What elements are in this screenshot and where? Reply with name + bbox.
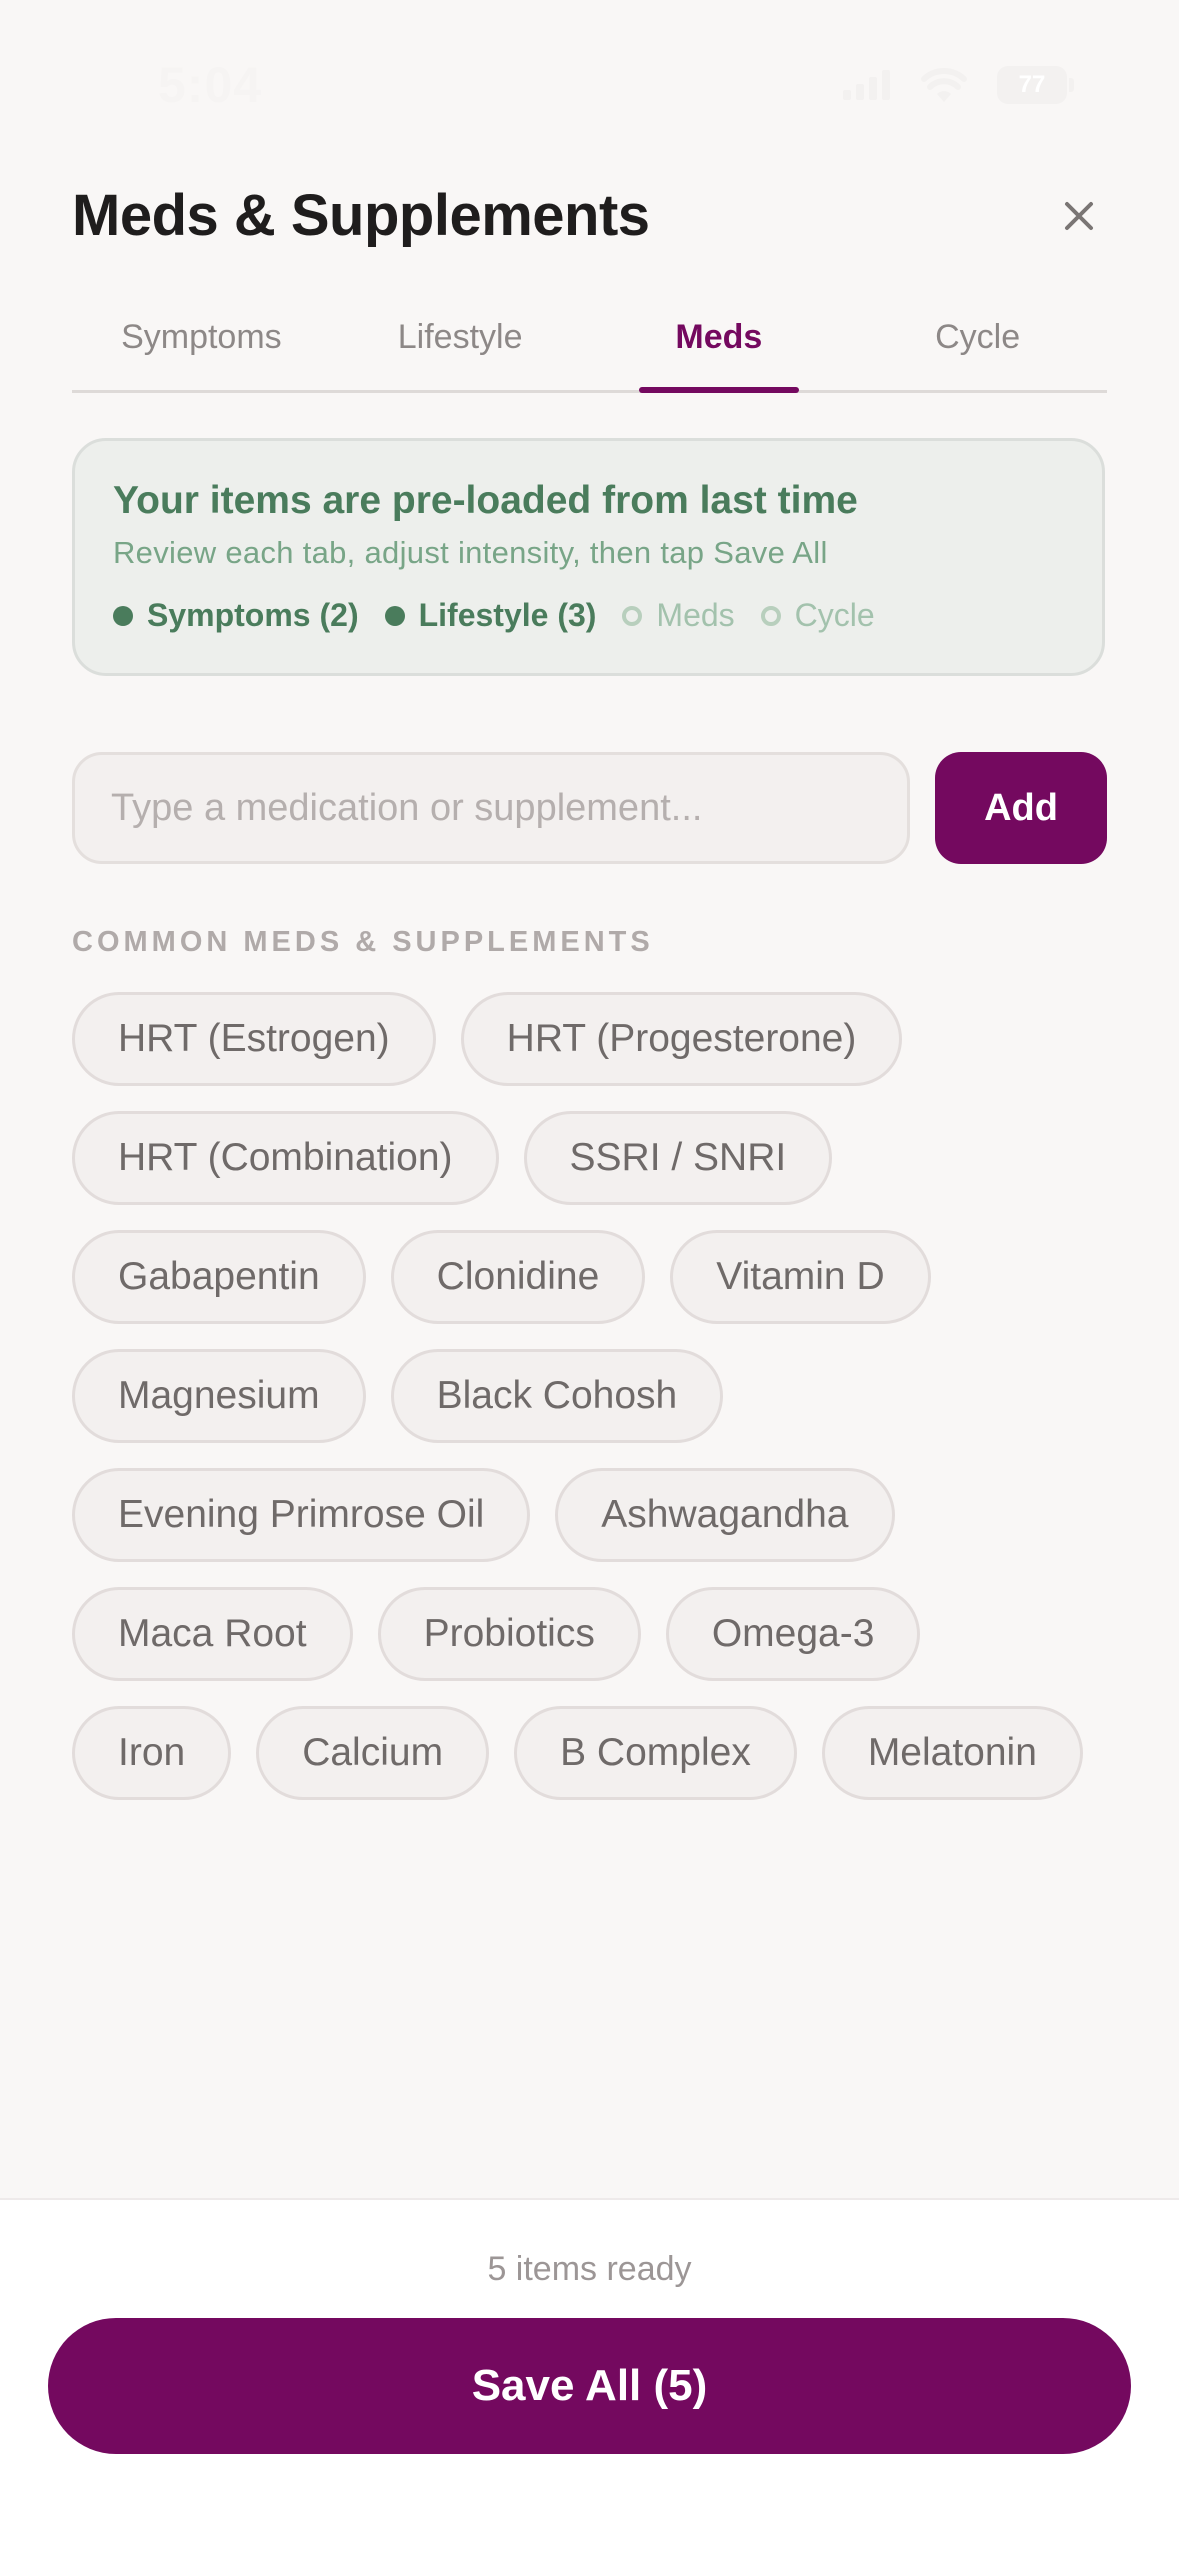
chip-gabapentin[interactable]: Gabapentin (72, 1230, 366, 1324)
chip-ashwagandha[interactable]: Ashwagandha (555, 1468, 895, 1562)
progress-label: Meds (656, 597, 735, 633)
chip-row: Iron Calcium B Complex Melatonin (72, 1706, 1107, 1800)
preloaded-info-card: Your items are pre-loaded from last time… (72, 438, 1105, 676)
common-meds-chips: HRT (Estrogen) HRT (Progesterone) HRT (C… (72, 992, 1107, 1825)
tab-bar: Symptoms Lifestyle Meds Cycle (72, 300, 1107, 393)
tab-symptoms[interactable]: Symptoms (72, 300, 331, 390)
status-ring-icon (622, 605, 643, 626)
tab-progress: Symptoms (2) Lifestyle (3) Meds Cycle (113, 597, 1064, 634)
chip-row: Evening Primrose Oil Ashwagandha (72, 1468, 1107, 1562)
save-all-button[interactable]: Save All (5) (48, 2318, 1131, 2454)
wifi-icon (921, 68, 967, 102)
tab-lifestyle[interactable]: Lifestyle (331, 300, 590, 390)
tab-meds[interactable]: Meds (590, 300, 849, 390)
status-ring-icon (760, 605, 781, 626)
battery-icon: 77 (997, 66, 1075, 104)
chip-black-cohosh[interactable]: Black Cohosh (390, 1349, 724, 1443)
items-ready-count: 5 items ready (487, 2250, 692, 2288)
chip-iron[interactable]: Iron (72, 1706, 232, 1800)
progress-meds: Meds (622, 597, 735, 634)
chip-omega-3[interactable]: Omega-3 (665, 1587, 921, 1681)
chip-row: Magnesium Black Cohosh (72, 1349, 1107, 1443)
chip-magnesium[interactable]: Magnesium (72, 1349, 366, 1443)
tab-cycle[interactable]: Cycle (848, 300, 1107, 390)
chip-ssri-snri[interactable]: SSRI / SNRI (523, 1111, 833, 1205)
progress-label: Lifestyle (3) (418, 597, 597, 633)
chip-row: HRT (Combination) SSRI / SNRI (72, 1111, 1107, 1205)
chip-vitamin-d[interactable]: Vitamin D (670, 1230, 931, 1324)
chip-probiotics[interactable]: Probiotics (377, 1587, 641, 1681)
medication-input[interactable] (72, 752, 910, 864)
signal-icon (843, 70, 890, 100)
chip-hrt-combination[interactable]: HRT (Combination) (72, 1111, 499, 1205)
close-button[interactable] (1051, 188, 1107, 244)
info-title: Your items are pre-loaded from last time (113, 479, 858, 522)
sheet-header: Meds & Supplements (72, 170, 1107, 260)
progress-symptoms: Symptoms (2) (113, 597, 359, 634)
chip-row: HRT (Estrogen) HRT (Progesterone) (72, 992, 1107, 1086)
status-time: 5:04 (158, 57, 263, 113)
status-dot-icon (113, 605, 133, 626)
section-label: COMMON MEDS & SUPPLEMENTS (72, 926, 654, 958)
chip-hrt-estrogen[interactable]: HRT (Estrogen) (72, 992, 436, 1086)
status-icons: 77 (843, 66, 1075, 104)
progress-label: Symptoms (2) (147, 597, 359, 633)
chip-evening-primrose-oil[interactable]: Evening Primrose Oil (72, 1468, 531, 1562)
chip-hrt-progesterone[interactable]: HRT (Progesterone) (460, 992, 903, 1086)
status-dot-icon (384, 605, 405, 626)
chip-b-complex[interactable]: B Complex (514, 1706, 797, 1800)
chip-clonidine[interactable]: Clonidine (390, 1230, 646, 1324)
chip-row: Maca Root Probiotics Omega-3 (72, 1587, 1107, 1681)
chip-row: Gabapentin Clonidine Vitamin D (72, 1230, 1107, 1324)
add-button[interactable]: Add (935, 752, 1107, 864)
add-med-row: Add (72, 752, 1107, 864)
close-icon (1065, 202, 1093, 230)
save-footer: 5 items ready Save All (5) (0, 2198, 1179, 2558)
chip-melatonin[interactable]: Melatonin (821, 1706, 1083, 1800)
progress-label: Cycle (794, 597, 875, 633)
chip-calcium[interactable]: Calcium (256, 1706, 490, 1800)
info-subtitle: Review each tab, adjust intensity, then … (113, 535, 828, 570)
chip-maca-root[interactable]: Maca Root (72, 1587, 353, 1681)
page-title: Meds & Supplements (72, 183, 650, 248)
battery-level: 77 (1018, 71, 1046, 98)
progress-lifestyle: Lifestyle (3) (384, 597, 597, 634)
status-bar: 5:04 77 (0, 0, 1179, 170)
progress-cycle: Cycle (760, 597, 875, 634)
